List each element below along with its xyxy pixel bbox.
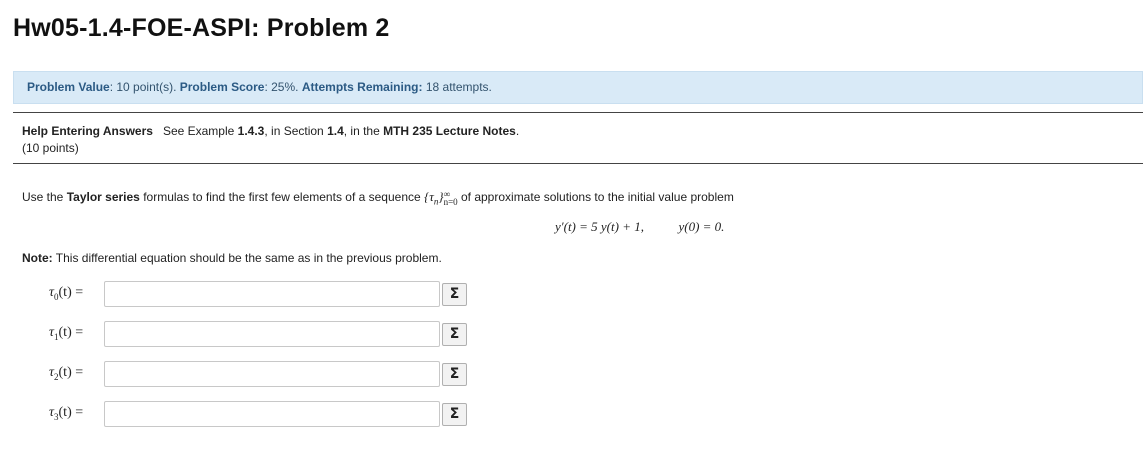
help-example: 1.4.3 — [237, 124, 265, 138]
help-text-4: . — [515, 124, 520, 138]
equation-editor-icon[interactable]: Σ — [442, 283, 467, 306]
problem-score-label: Problem Score — [179, 80, 265, 94]
answer-input-tau-3[interactable] — [104, 401, 440, 427]
help-entering-answers-link[interactable]: Help Entering Answers — [22, 124, 153, 138]
answer-row-tau-1: τ1(t) = Σ — [49, 321, 479, 347]
divider-top — [13, 112, 1143, 113]
help-section-number: 1.4 — [327, 124, 344, 138]
answer-row-tau-0: τ0(t) = Σ — [49, 281, 479, 307]
initial-condition: y(0) = 0. — [678, 219, 725, 234]
answer-input-tau-0[interactable] — [104, 281, 440, 307]
answer-label-tau-2: τ2(t) = — [49, 365, 84, 382]
problem-value: : 10 point(s). — [109, 80, 177, 94]
sequence-notation: {τn}∞ n=0 — [424, 189, 458, 208]
problem-text-before: Use the — [22, 190, 67, 204]
answer-input-tau-2[interactable] — [104, 361, 440, 387]
help-section: Help Entering Answers See Example 1.4.3,… — [22, 123, 519, 157]
answer-label-tau-0: τ0(t) = — [49, 285, 84, 302]
equation-editor-icon[interactable]: Σ — [442, 363, 467, 386]
ode-equation: y′(t) = 5 y(t) + 1, — [555, 219, 644, 234]
problem-bold-term: Taylor series — [66, 190, 140, 204]
ivp-equation: y′(t) = 5 y(t) + 1, y(0) = 0. — [555, 219, 724, 235]
note-label: Note: — [22, 251, 53, 265]
problem-text-end: of approximate solutions to the initial … — [457, 190, 734, 204]
attempts-remaining: 18 attempts. — [425, 80, 492, 94]
answer-input-tau-1[interactable] — [104, 321, 440, 347]
problem-points: (10 points) — [22, 141, 79, 155]
help-text-3: , in the — [343, 124, 384, 138]
answer-row-tau-3: τ3(t) = Σ — [49, 401, 479, 427]
answer-label-tau-1: τ1(t) = — [49, 325, 84, 342]
note: Note: This differential equation should … — [22, 251, 442, 265]
equation-editor-icon[interactable]: Σ — [442, 323, 467, 346]
page-title: Hw05-1.4-FOE-ASPI: Problem 2 — [13, 14, 390, 42]
problem-value-label: Problem Value — [27, 80, 110, 94]
equation-editor-icon[interactable]: Σ — [442, 403, 467, 426]
divider-bottom — [13, 163, 1143, 164]
answer-row-tau-2: τ2(t) = Σ — [49, 361, 479, 387]
answer-label-tau-3: τ3(t) = — [49, 405, 84, 422]
problem-statement: Use the Taylor series formulas to find t… — [22, 189, 734, 207]
help-lecture-notes: MTH 235 Lecture Notes — [383, 124, 516, 138]
note-text: This differential equation should be the… — [52, 251, 442, 265]
attempts-remaining-label: Attempts Remaining: — [301, 80, 423, 94]
help-text-2: , in Section — [264, 124, 328, 138]
problem-text-after: formulas to find the first few elements … — [139, 190, 425, 204]
problem-score: : 25%. — [264, 80, 299, 94]
problem-status-bar: Problem Value: 10 point(s). Problem Scor… — [13, 71, 1143, 104]
help-text-1: See Example — [162, 124, 238, 138]
